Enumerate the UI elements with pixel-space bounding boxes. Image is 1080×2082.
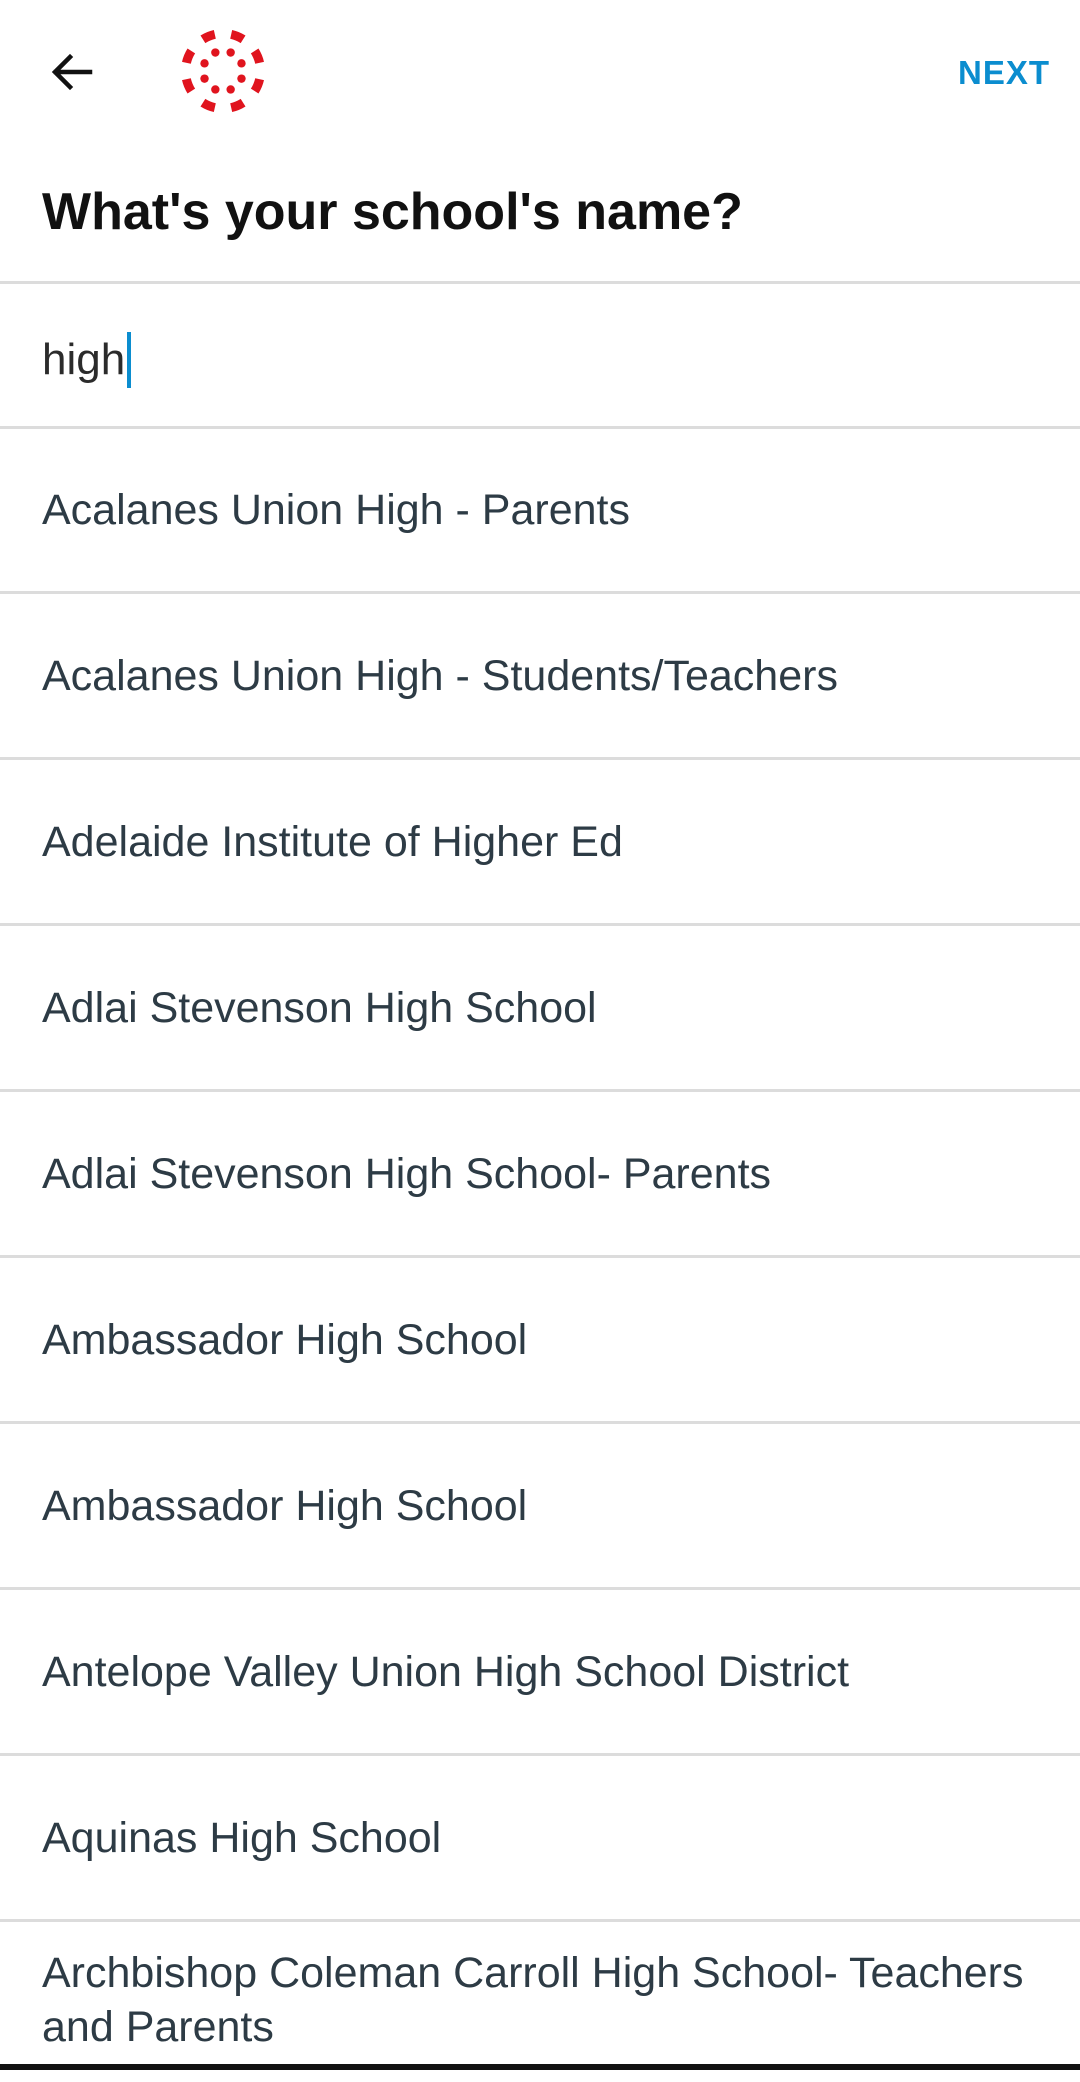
school-result-item[interactable]: Aquinas High School [0,1756,1080,1922]
school-result-item[interactable]: Adlai Stevenson High School- Parents [0,1092,1080,1258]
back-button[interactable] [30,30,114,114]
canvas-logo-icon [182,30,264,112]
arrow-left-icon [51,53,93,91]
school-result-label: Aquinas High School [42,1813,442,1862]
top-app-bar: NEXT [0,0,1080,140]
school-result-label: Archbishop Coleman Carroll High School- … [42,1949,1024,2051]
system-nav-edge [0,2064,1080,2070]
search-input-value: high [42,335,126,384]
school-result-item[interactable]: Archbishop Coleman Carroll High School- … [0,1922,1080,2082]
school-result-item[interactable]: Ambassador High School [0,1424,1080,1590]
school-result-label: Acalanes Union High - Students/Teachers [42,651,838,700]
school-result-label: Ambassador High School [42,1481,528,1530]
page-title: What's your school's name? [42,183,743,241]
school-result-label: Adelaide Institute of Higher Ed [42,817,623,866]
next-button[interactable]: NEXT [958,48,1050,98]
school-results-list: Acalanes Union High - Parents Acalanes Un… [0,428,1080,2082]
school-result-label: Adlai Stevenson High School [42,983,597,1032]
school-result-item[interactable]: Acalanes Union High - Parents [0,428,1080,594]
school-result-item[interactable]: Adlai Stevenson High School [0,926,1080,1092]
school-result-label: Antelope Valley Union High School Distri… [42,1647,850,1696]
school-result-label: Acalanes Union High - Parents [42,485,630,534]
school-result-label: Ambassador High School [42,1315,528,1364]
school-result-item[interactable]: Adelaide Institute of Higher Ed [0,760,1080,926]
school-result-label: Adlai Stevenson High School- Parents [42,1149,772,1198]
text-caret [127,332,132,388]
school-search-field[interactable]: high [0,284,1080,426]
school-result-item[interactable]: Antelope Valley Union High School Distri… [0,1590,1080,1756]
school-result-item[interactable]: Acalanes Union High - Students/Teachers [0,594,1080,760]
school-result-item[interactable]: Ambassador High School [0,1258,1080,1424]
